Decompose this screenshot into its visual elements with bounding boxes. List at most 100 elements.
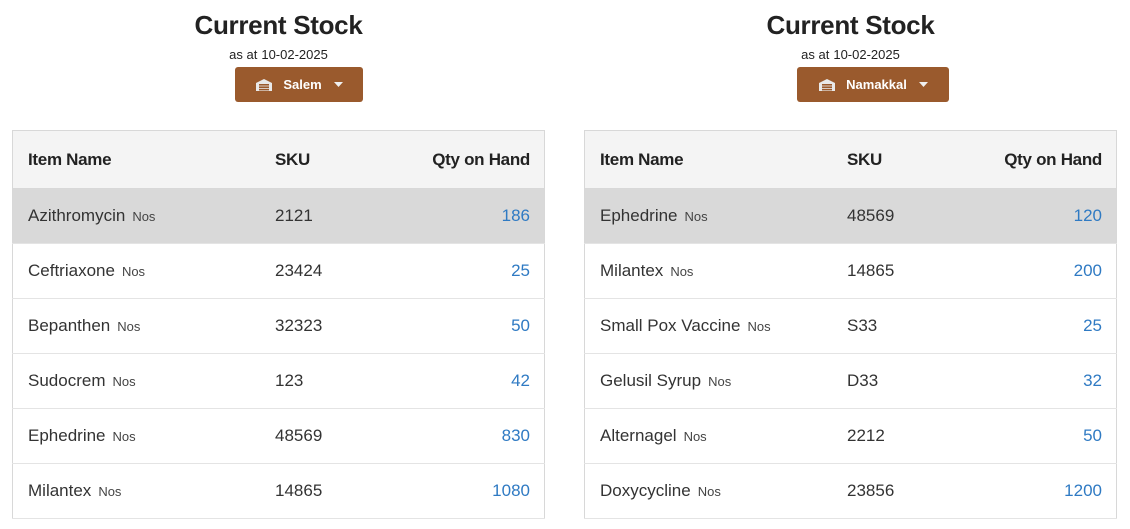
item-name: Milantex xyxy=(600,261,664,280)
item-name-cell: Bepanthen Nos xyxy=(12,298,260,354)
item-unit: Nos xyxy=(747,319,771,334)
item-name-cell: Milantex Nos xyxy=(584,243,832,299)
stock-panel-salem: Current Stock as at 10-02-2025 Salem Item… xyxy=(12,0,545,519)
item-name: Bepanthen xyxy=(28,316,111,335)
item-name: Ephedrine xyxy=(600,206,678,225)
sku-cell: 2212 xyxy=(832,408,967,464)
item-name-cell: Sudocrem Nos xyxy=(12,353,260,409)
item-unit: Nos xyxy=(683,429,707,444)
qty-cell: 42 xyxy=(395,353,545,409)
column-header-qty-on-hand[interactable]: Qty on Hand xyxy=(967,130,1117,189)
column-header-sku[interactable]: SKU xyxy=(260,130,395,189)
qty-link[interactable]: 25 xyxy=(511,261,530,280)
table-row[interactable]: Azithromycin Nos 2121 186 xyxy=(12,188,545,244)
qty-cell: 25 xyxy=(967,298,1117,354)
item-name: Sudocrem xyxy=(28,371,106,390)
sku-cell: 23856 xyxy=(832,463,967,519)
qty-link[interactable]: 200 xyxy=(1074,261,1102,280)
panel-header: Current Stock as at 10-02-2025 Salem xyxy=(12,0,545,130)
qty-link[interactable]: 50 xyxy=(1083,426,1102,445)
panel-header: Current Stock as at 10-02-2025 Namakkal xyxy=(584,0,1117,130)
column-header-item-name[interactable]: Item Name xyxy=(584,130,832,189)
item-name: Gelusil Syrup xyxy=(600,371,702,390)
column-header-qty-on-hand[interactable]: Qty on Hand xyxy=(395,130,545,189)
qty-cell: 1200 xyxy=(967,463,1117,519)
sku-cell: 123 xyxy=(260,353,395,409)
item-unit: Nos xyxy=(121,264,146,279)
qty-link[interactable]: 50 xyxy=(511,316,530,335)
page-title: Current Stock xyxy=(194,10,363,40)
column-header-item-name[interactable]: Item Name xyxy=(12,130,260,189)
qty-cell: 830 xyxy=(395,408,545,464)
item-name: Alternagel xyxy=(600,426,677,445)
item-unit: Nos xyxy=(697,484,721,499)
table-row[interactable]: Bepanthen Nos 32323 50 xyxy=(12,298,545,354)
caret-down-icon xyxy=(333,82,343,87)
table-row[interactable]: Gelusil Syrup Nos D33 32 xyxy=(584,353,1117,409)
qty-link[interactable]: 42 xyxy=(511,371,530,390)
item-unit: Nos xyxy=(98,484,122,499)
qty-link[interactable]: 120 xyxy=(1074,206,1102,225)
item-unit: Nos xyxy=(670,264,694,279)
table-row[interactable]: Doxycycline Nos 23856 1200 xyxy=(584,463,1117,519)
item-name: Small Pox Vaccine xyxy=(600,316,741,335)
qty-link[interactable]: 32 xyxy=(1083,371,1102,390)
item-name-cell: Gelusil Syrup Nos xyxy=(584,353,832,409)
item-unit: Nos xyxy=(112,429,136,444)
sku-cell: 48569 xyxy=(832,188,967,244)
qty-link[interactable]: 25 xyxy=(1083,316,1102,335)
sku-cell: S33 xyxy=(832,298,967,354)
table-row[interactable]: Ephedrine Nos 48569 830 xyxy=(12,408,545,464)
qty-cell: 32 xyxy=(967,353,1117,409)
table-row[interactable]: Alternagel Nos 2212 50 xyxy=(584,408,1117,464)
qty-link[interactable]: 1080 xyxy=(492,481,530,500)
item-name: Ephedrine xyxy=(28,426,106,445)
table-row[interactable]: Ceftriaxone Nos 23424 25 xyxy=(12,243,545,299)
qty-link[interactable]: 830 xyxy=(502,426,530,445)
item-name: Doxycycline xyxy=(600,481,691,500)
qty-cell: 50 xyxy=(395,298,545,354)
sku-cell: 48569 xyxy=(260,408,395,464)
item-unit: Nos xyxy=(708,374,732,389)
table-row[interactable]: Small Pox Vaccine Nos S33 25 xyxy=(584,298,1117,354)
item-name-cell: Alternagel Nos xyxy=(584,408,832,464)
item-name-cell: Milantex Nos xyxy=(12,463,260,519)
table-row[interactable]: Milantex Nos 14865 1080 xyxy=(12,463,545,519)
qty-link[interactable]: 186 xyxy=(502,206,530,225)
warehouse-name: Salem xyxy=(283,77,322,92)
item-name: Ceftriaxone xyxy=(28,261,115,280)
item-name: Milantex xyxy=(28,481,92,500)
stock-table: Item Name SKU Qty on Hand Ephedrine Nos 4… xyxy=(584,130,1117,519)
table-row[interactable]: Milantex Nos 14865 200 xyxy=(584,243,1117,299)
item-unit: Nos xyxy=(132,209,156,224)
qty-link[interactable]: 1200 xyxy=(1064,481,1102,500)
column-header-sku[interactable]: SKU xyxy=(832,130,967,189)
as-at-line: as at 10-02-2025 xyxy=(584,47,1117,62)
warehouse-icon xyxy=(255,78,273,92)
item-name-cell: Ceftriaxone Nos xyxy=(12,243,260,299)
qty-cell: 120 xyxy=(967,188,1117,244)
item-name-cell: Ephedrine Nos xyxy=(584,188,832,244)
item-name-cell: Ephedrine Nos xyxy=(12,408,260,464)
sku-cell: 23424 xyxy=(260,243,395,299)
table-row[interactable]: Ephedrine Nos 48569 120 xyxy=(584,188,1117,244)
warehouse-dropdown-button[interactable]: Namakkal xyxy=(797,67,949,102)
sku-cell: 14865 xyxy=(260,463,395,519)
sku-cell: D33 xyxy=(832,353,967,409)
qty-cell: 186 xyxy=(395,188,545,244)
item-name: Azithromycin xyxy=(28,206,126,225)
stock-panel-namakkal: Current Stock as at 10-02-2025 Namakkal I… xyxy=(584,0,1117,519)
page-title: Current Stock xyxy=(766,10,935,40)
as-at-line: as at 10-02-2025 xyxy=(12,47,545,62)
item-unit: Nos xyxy=(112,374,136,389)
as-at-label: as at xyxy=(801,47,830,62)
as-at-label: as at xyxy=(229,47,258,62)
qty-cell: 25 xyxy=(395,243,545,299)
stock-table: Item Name SKU Qty on Hand Azithromycin No… xyxy=(12,130,545,519)
qty-cell: 50 xyxy=(967,408,1117,464)
warehouse-dropdown-button[interactable]: Salem xyxy=(235,67,363,102)
item-name-cell: Azithromycin Nos xyxy=(12,188,260,244)
table-row[interactable]: Sudocrem Nos 123 42 xyxy=(12,353,545,409)
item-name-cell: Doxycycline Nos xyxy=(584,463,832,519)
item-unit: Nos xyxy=(117,319,141,334)
